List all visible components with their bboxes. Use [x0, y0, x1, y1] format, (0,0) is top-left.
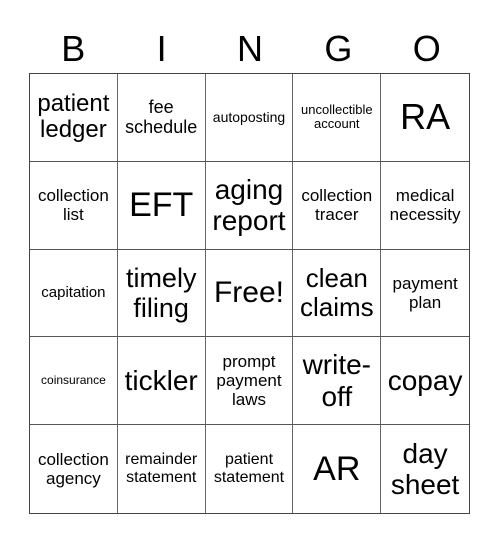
bingo-card-grid: patient ledger fee schedule autoposting … [29, 73, 470, 514]
bingo-cell[interactable]: uncollectible account [293, 74, 382, 162]
bingo-cell[interactable]: collection agency [30, 425, 118, 513]
bingo-cell[interactable]: capitation [30, 249, 118, 338]
bingo-cell[interactable]: write-off [293, 337, 382, 426]
bingo-cell[interactable]: collection tracer [293, 161, 382, 250]
bingo-cell[interactable]: clean claims [293, 249, 382, 338]
bingo-cell[interactable]: coinsurance [30, 337, 118, 426]
free-space-cell[interactable]: Free! [205, 249, 294, 338]
bingo-cell[interactable]: AR [293, 425, 382, 513]
bingo-cell[interactable]: copay [381, 337, 469, 426]
header-letter-n: N [236, 28, 263, 69]
bingo-cell[interactable]: remainder statement [118, 425, 206, 513]
bingo-cell[interactable]: fee schedule [117, 74, 206, 162]
bingo-cell[interactable]: EFT [117, 161, 206, 250]
bingo-cell[interactable]: patient statement [206, 425, 294, 513]
header-letter-b: B [61, 28, 86, 69]
bingo-cell[interactable]: aging report [205, 161, 294, 250]
bingo-cell[interactable]: medical necessity [381, 162, 469, 250]
bingo-cell[interactable]: autoposting [205, 74, 294, 162]
bingo-cell[interactable]: timely filing [117, 249, 206, 338]
header-letter-o: O [412, 28, 441, 69]
bingo-cell[interactable]: patient ledger [30, 74, 118, 162]
bingo-cell[interactable]: tickler [117, 337, 206, 426]
bingo-header: B I N G O [29, 26, 471, 72]
header-letter-i: I [156, 28, 167, 69]
header-letter-g: G [324, 28, 353, 69]
bingo-cell[interactable]: payment plan [381, 250, 469, 338]
bingo-cell[interactable]: prompt payment laws [205, 337, 294, 426]
bingo-cell[interactable]: day sheet [381, 425, 469, 513]
bingo-cell[interactable]: collection list [30, 161, 118, 250]
bingo-cell[interactable]: RA [381, 74, 469, 162]
